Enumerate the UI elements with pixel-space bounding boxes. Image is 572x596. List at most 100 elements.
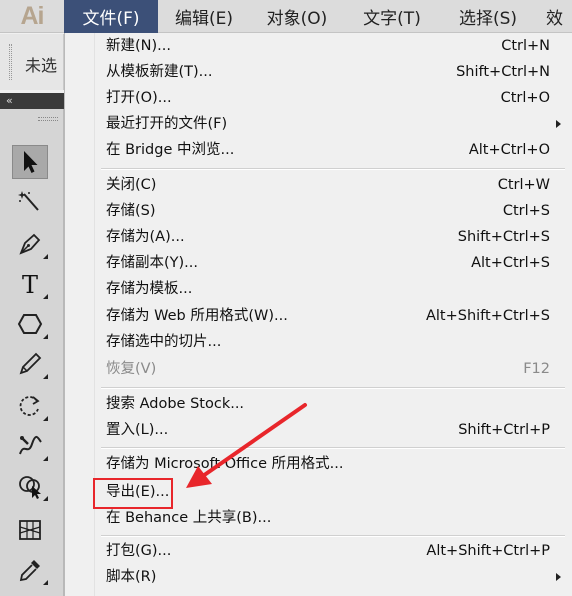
tool-submenu-indicator — [43, 254, 48, 259]
type-tool[interactable]: T — [12, 267, 48, 301]
selection-tool[interactable] — [12, 145, 48, 179]
perspective-grid-tool-icon — [19, 520, 41, 540]
collapse-double-arrow-icon[interactable]: « — [6, 93, 13, 109]
menu-item-shortcut: Shift+Ctrl+N — [456, 64, 550, 80]
menu-item-shortcut: Alt+Shift+Ctrl+S — [425, 308, 550, 324]
menu-item-browse-in-bridge[interactable]: 在 Bridge 中浏览... Alt+Ctrl+O — [65, 137, 572, 163]
menu-item-save-as-template[interactable]: 存储为模板... — [65, 276, 572, 302]
tool-submenu-indicator — [43, 456, 48, 461]
pen-tool-icon — [19, 233, 41, 255]
menu-separator — [101, 387, 565, 389]
type-tool-icon: T — [22, 271, 38, 298]
menu-item-shortcut: Shift+Ctrl+S — [457, 229, 550, 245]
menu-item-shortcut: F12 — [523, 361, 550, 377]
tool-submenu-indicator — [43, 580, 48, 585]
submenu-arrow-icon — [556, 573, 561, 581]
menu-item-package[interactable]: 打包(G)... Alt+Shift+Ctrl+P — [65, 538, 572, 564]
menu-item-label: 存储(S) — [106, 203, 156, 219]
eyedropper-tool-icon — [19, 560, 40, 582]
menu-item-new[interactable]: 新建(N)... Ctrl+N — [65, 33, 572, 59]
menu-file[interactable]: 文件(F) — [64, 0, 158, 33]
pen-tool[interactable] — [12, 227, 48, 261]
file-menu-dropdown: 新建(N)... Ctrl+N 从模板新建(T)... Shift+Ctrl+N… — [64, 33, 572, 596]
menu-item-shortcut: Alt+Shift+Ctrl+P — [426, 543, 550, 559]
menu-separator — [101, 168, 565, 170]
menu-edit[interactable]: 编辑(E) — [160, 0, 248, 33]
menu-effect[interactable]: 效 — [540, 0, 572, 33]
menu-item-label: 存储为 Microsoft Office 所用格式... — [106, 456, 344, 472]
menu-item-label: 最近打开的文件(F) — [106, 116, 228, 132]
magic-wand-tool[interactable] — [12, 185, 48, 219]
warp-tool-icon — [19, 436, 42, 455]
menu-item-label: 存储为(A)... — [106, 229, 185, 245]
menu-item-save-as[interactable]: 存储为(A)... Shift+Ctrl+S — [65, 224, 572, 250]
tool-submenu-indicator — [43, 416, 48, 421]
menu-item-label: 打开(O)... — [106, 90, 172, 106]
tools-panel-grip[interactable] — [38, 117, 58, 121]
menu-item-label: 存储副本(Y)... — [106, 255, 198, 271]
svg-text:T: T — [22, 271, 38, 298]
menu-item-open-recent[interactable]: 最近打开的文件(F) — [65, 111, 572, 137]
menu-item-label: 搜索 Adobe Stock... — [106, 396, 245, 412]
menu-item-shortcut: Ctrl+S — [502, 203, 550, 219]
warp-tool[interactable] — [12, 429, 48, 463]
menu-bar: Ai 文件(F) 编辑(E) 对象(O) 文字(T) 选择(S) 效 — [0, 0, 572, 33]
perspective-grid-tool[interactable] — [12, 513, 48, 547]
menu-item-label: 存储为 Web 所用格式(W)... — [106, 308, 288, 324]
menu-separator — [101, 447, 565, 449]
menu-type[interactable]: 文字(T) — [348, 0, 436, 33]
tools-panel-header[interactable]: « — [0, 93, 64, 109]
tool-submenu-indicator — [43, 334, 48, 339]
menu-item-shortcut: Shift+Ctrl+P — [458, 422, 550, 438]
app-logo: Ai — [20, 2, 45, 30]
menu-object[interactable]: 对象(O) — [252, 0, 342, 33]
menu-item-shortcut: Alt+Ctrl+O — [468, 142, 550, 158]
menu-item-label: 置入(L)... — [106, 422, 169, 438]
menu-item-label: 存储为模板... — [106, 281, 193, 297]
menu-select[interactable]: 选择(S) — [444, 0, 532, 33]
shape-builder-tool[interactable] — [12, 469, 48, 503]
menu-item-shortcut: Alt+Ctrl+S — [471, 255, 550, 271]
tools-panel: « T — [0, 93, 64, 596]
menu-item-save-for-office[interactable]: 存储为 Microsoft Office 所用格式... — [65, 451, 572, 477]
menu-item-save-selected-slices[interactable]: 存储选中的切片... — [65, 329, 572, 355]
pencil-tool-icon — [19, 352, 42, 375]
panel-grip-handle[interactable] — [9, 44, 12, 80]
selection-status-label: 未选 — [25, 56, 58, 75]
menu-item-shortcut: Ctrl+O — [500, 90, 550, 106]
menu-item-close[interactable]: 关闭(C) Ctrl+W — [65, 172, 572, 198]
menu-item-shortcut: Ctrl+N — [501, 38, 550, 54]
control-panel: 未选 — [0, 34, 64, 90]
shape-tool-icon — [17, 314, 43, 334]
tool-submenu-indicator — [43, 294, 48, 299]
tool-submenu-indicator — [43, 496, 48, 501]
menu-item-label: 打包(G)... — [106, 543, 172, 559]
menu-item-new-from-template[interactable]: 从模板新建(T)... Shift+Ctrl+N — [65, 59, 572, 85]
eyedropper-tool[interactable] — [12, 553, 48, 587]
menu-item-label: 关闭(C) — [106, 177, 157, 193]
illustrator-window: Ai 文件(F) 编辑(E) 对象(O) 文字(T) 选择(S) 效 未选 « — [0, 0, 572, 596]
menu-item-save-copy[interactable]: 存储副本(Y)... Alt+Ctrl+S — [65, 250, 572, 276]
menu-item-open[interactable]: 打开(O)... Ctrl+O — [65, 85, 572, 111]
menu-item-save-for-web[interactable]: 存储为 Web 所用格式(W)... Alt+Shift+Ctrl+S — [65, 303, 572, 329]
menu-item-revert: 恢复(V) F12 — [65, 356, 572, 382]
menu-item-scripts[interactable]: 脚本(R) — [65, 564, 572, 590]
magic-wand-tool-icon — [18, 191, 39, 211]
menu-item-label: 新建(N)... — [106, 38, 171, 54]
rotate-tool[interactable] — [12, 389, 48, 423]
menu-item-label: 脚本(R) — [106, 569, 157, 585]
menu-item-place[interactable]: 置入(L)... Shift+Ctrl+P — [65, 417, 572, 443]
submenu-arrow-icon — [556, 120, 561, 128]
menu-item-label: 恢复(V) — [106, 361, 157, 377]
annotation-highlight-box — [93, 478, 173, 509]
menu-item-label: 存储选中的切片... — [106, 334, 222, 350]
pencil-tool[interactable] — [12, 347, 48, 381]
menu-item-shortcut: Ctrl+W — [497, 177, 550, 193]
menu-item-label: 在 Bridge 中浏览... — [106, 142, 235, 158]
menu-item-save[interactable]: 存储(S) Ctrl+S — [65, 198, 572, 224]
rotate-tool-icon — [19, 396, 40, 416]
shape-builder-tool-icon — [19, 476, 41, 499]
tool-submenu-indicator — [43, 374, 48, 379]
menu-item-search-adobe-stock[interactable]: 搜索 Adobe Stock... — [65, 391, 572, 417]
shape-tool[interactable] — [12, 307, 48, 341]
